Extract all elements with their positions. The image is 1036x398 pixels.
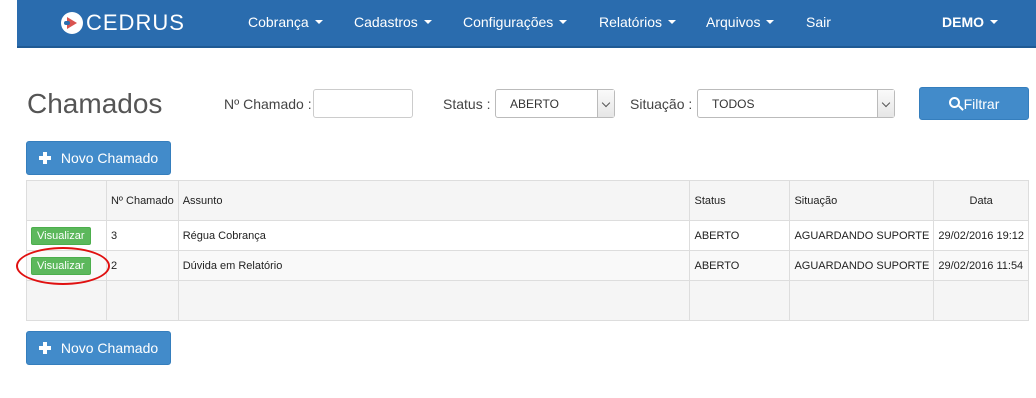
chevron-down-icon [990, 20, 998, 24]
search-icon [948, 97, 960, 108]
table-cell-empty [933, 280, 1029, 321]
status-selected-value: ABERTO [510, 97, 559, 111]
header-actions [26, 180, 107, 221]
table-cell-action: Visualizar [26, 220, 107, 251]
brand-name: CEDRUS [86, 10, 185, 35]
menu-arquivos-label: Arquivos [706, 14, 761, 30]
menu-cobranca[interactable]: Cobrança [248, 14, 323, 30]
menu-configuracoes[interactable]: Configurações [463, 14, 568, 30]
new-ticket-button-bottom[interactable]: Novo Chamado [26, 331, 171, 365]
new-ticket-label: Novo Chamado [60, 340, 159, 356]
filter-button-label: Filtrar [963, 95, 1000, 112]
situacao-selected-value: TODOS [712, 97, 755, 111]
user-menu[interactable]: DEMO [942, 14, 998, 30]
menu-configuracoes-label: Configurações [463, 14, 554, 30]
chevron-down-icon [314, 20, 323, 24]
menu-cobranca-label: Cobrança [248, 14, 309, 30]
menu-cadastros-label: Cadastros [354, 14, 418, 30]
situacao-label: Situação : [630, 96, 693, 112]
table-footer-row [26, 280, 1029, 321]
table-cell-assunto: Régua Cobrança [177, 220, 691, 251]
table-row: Visualizar 2 Dúvida em Relatório ABERTO … [26, 250, 1029, 281]
select-arrow-icon [597, 90, 614, 117]
menu-relatorios-label: Relatórios [599, 14, 663, 30]
table-cell-empty [689, 280, 791, 321]
annotation-ellipse [16, 247, 110, 285]
table-cell-empty [105, 280, 179, 321]
menu-arquivos[interactable]: Arquivos [706, 14, 775, 30]
header-status: Status [689, 180, 791, 221]
header-numero: Nº Chamado [105, 180, 179, 221]
menu-sair[interactable]: Sair [806, 14, 831, 30]
menu-relatorios[interactable]: Relatórios [599, 14, 677, 30]
plus-icon [38, 152, 51, 164]
table-cell-empty [177, 280, 691, 321]
table-cell-assunto: Dúvida em Relatório [177, 250, 691, 281]
table-row: Visualizar 3 Régua Cobrança ABERTO AGUAR… [26, 220, 1029, 251]
status-label: Status : [443, 96, 491, 112]
table-cell-data: 29/02/2016 11:54 [933, 250, 1029, 281]
header-assunto: Assunto [177, 180, 691, 221]
chevron-down-icon [668, 20, 677, 24]
table-cell-numero: 2 [105, 250, 179, 281]
chevron-down-icon [559, 20, 568, 24]
table-header-row: Nº Chamado Assunto Status Situação Data [26, 180, 1029, 221]
table-cell-situacao: AGUARDANDO SUPORTE [789, 220, 935, 251]
new-ticket-button-top[interactable]: Novo Chamado [26, 141, 171, 175]
tickets-table: Nº Chamado Assunto Status Situação Data … [26, 180, 1029, 321]
table-cell-empty [26, 280, 107, 321]
plus-icon [38, 342, 51, 354]
header-data: Data [933, 180, 1029, 221]
brand-logo-link[interactable]: CEDRUS [61, 10, 185, 36]
new-ticket-label: Novo Chamado [60, 150, 159, 166]
header-situacao: Situação [789, 180, 935, 221]
table-cell-status: ABERTO [689, 220, 791, 251]
table-cell-numero: 3 [105, 220, 179, 251]
filter-button[interactable]: Filtrar [919, 87, 1029, 120]
menu-sair-label: Sair [806, 14, 831, 30]
status-select[interactable]: ABERTO [495, 89, 615, 118]
view-button[interactable]: Visualizar [31, 226, 91, 245]
user-name: DEMO [942, 14, 984, 30]
chevron-down-icon [766, 20, 775, 24]
numero-chamado-input[interactable] [313, 89, 413, 118]
cedrus-logo-icon [61, 12, 83, 34]
situacao-select[interactable]: TODOS [697, 89, 895, 118]
chevron-down-icon [423, 20, 432, 24]
table-cell-situacao: AGUARDANDO SUPORTE [789, 250, 935, 281]
select-arrow-icon [877, 90, 894, 117]
table-cell-data: 29/02/2016 19:12 [933, 220, 1029, 251]
table-cell-empty [789, 280, 935, 321]
numero-chamado-label: Nº Chamado : [224, 96, 312, 112]
top-navbar: CEDRUS Cobrança Cadastros Configurações … [17, 0, 1036, 48]
menu-cadastros[interactable]: Cadastros [354, 14, 432, 30]
page-title: Chamados [27, 88, 163, 119]
table-cell-status: ABERTO [689, 250, 791, 281]
